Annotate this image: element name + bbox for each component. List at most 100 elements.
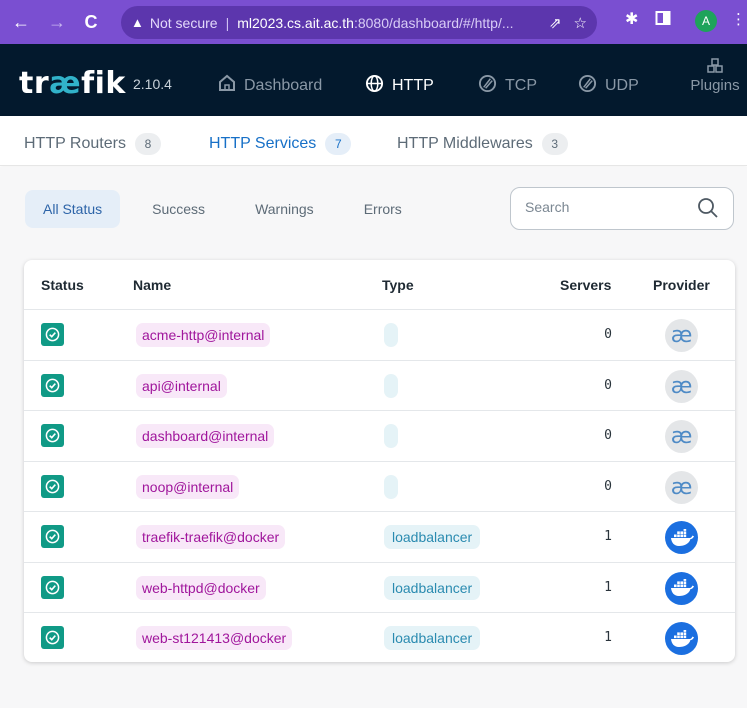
- address-bar[interactable]: ▲ Not secure | ml2023.cs.ait.ac.th:8080/…: [121, 6, 597, 39]
- docker-provider-icon: [665, 571, 698, 605]
- version-label: 2.10.4: [133, 76, 172, 92]
- nav-tcp[interactable]: TCP: [478, 74, 537, 98]
- tab-http-middlewares-label: HTTP Middlewares: [397, 135, 533, 152]
- table-row[interactable]: noop@internal 0 æ: [24, 462, 735, 512]
- tab-http-services[interactable]: HTTP Services 7: [209, 133, 352, 155]
- bookmark-star-icon[interactable]: ☆: [574, 14, 587, 32]
- servers-count: 1: [604, 579, 612, 595]
- tab-http-routers-count: 8: [134, 133, 161, 155]
- nav-plugins[interactable]: Plugins: [690, 58, 740, 94]
- internal-provider-icon: æ: [665, 369, 698, 403]
- warning-icon: ▲: [131, 15, 144, 30]
- service-type: [384, 323, 398, 347]
- service-name: traefik-traefik@docker: [136, 525, 286, 549]
- search-input[interactable]: [525, 199, 685, 215]
- service-type: loadbalancer: [384, 525, 481, 549]
- logo-text-start: tr: [19, 66, 50, 101]
- nav-tcp-label: TCP: [505, 77, 537, 94]
- tab-http-middlewares[interactable]: HTTP Middlewares 3: [397, 133, 568, 155]
- profile-avatar[interactable]: A: [695, 10, 717, 32]
- servers-count: 1: [604, 529, 612, 544]
- internal-provider-icon: æ: [665, 420, 698, 453]
- status-success-icon: [41, 373, 64, 397]
- nav-dashboard-label: Dashboard: [244, 76, 323, 94]
- browser-toolbar: ← → C ▲ Not secure | ml2023.cs.ait.ac.th…: [0, 0, 747, 44]
- column-status[interactable]: Status: [41, 277, 84, 293]
- search-box: [510, 187, 734, 230]
- service-type: [384, 424, 398, 448]
- table-row[interactable]: api@internal 0 æ: [24, 361, 735, 411]
- udp-icon: [578, 74, 597, 98]
- app-header: træfik 2.10.4 Dashboard HTTP TCP UDP Plu…: [0, 44, 747, 116]
- servers-count: 1: [604, 630, 612, 645]
- service-name: web-st121413@docker: [136, 626, 293, 650]
- servers-count: 0: [604, 327, 612, 342]
- docker-provider-icon: [665, 521, 698, 554]
- service-type: [384, 474, 398, 499]
- status-success-icon: [41, 323, 64, 346]
- nav-dashboard[interactable]: Dashboard: [218, 74, 322, 97]
- sidepanel-icon[interactable]: [655, 10, 671, 31]
- service-name: dashboard@internal: [136, 424, 275, 448]
- browser-menu-icon[interactable]: ⋮: [731, 10, 746, 28]
- column-provider[interactable]: Provider: [653, 277, 710, 293]
- table-header: Status Name Type Servers Provider: [24, 260, 735, 310]
- tcp-icon: [478, 74, 497, 98]
- status-success-icon: [41, 575, 64, 599]
- service-type: loadbalancer: [384, 626, 481, 650]
- service-name: api@internal: [136, 373, 227, 398]
- plugins-icon: [690, 58, 740, 77]
- table-row[interactable]: dashboard@internal 0 æ: [24, 411, 735, 462]
- filter-success[interactable]: Success: [134, 190, 223, 228]
- table-row[interactable]: web-st121413@docker loadbalancer 1: [24, 613, 735, 662]
- url-separator: |: [225, 14, 230, 31]
- tab-http-middlewares-count: 3: [541, 133, 568, 155]
- share-icon[interactable]: ⇗: [549, 14, 562, 32]
- status-success-icon: [41, 424, 64, 447]
- service-name: noop@internal: [136, 474, 240, 499]
- status-filter-group: All Status Success Warnings Errors: [25, 190, 434, 228]
- column-name[interactable]: Name: [133, 277, 171, 293]
- services-table: Status Name Type Servers Provider acme-h…: [24, 260, 735, 662]
- status-success-icon: [41, 525, 64, 548]
- nav-http[interactable]: HTTP: [365, 74, 434, 98]
- nav-udp-label: UDP: [605, 77, 639, 94]
- search-icon[interactable]: [697, 197, 719, 219]
- tab-http-services-count: 7: [325, 133, 352, 155]
- tab-http-routers-label: HTTP Routers: [24, 135, 126, 152]
- logo-ae-ligature: æ: [49, 66, 82, 101]
- table-row[interactable]: traefik-traefik@docker loadbalancer 1: [24, 512, 735, 563]
- http-subtabs: HTTP Routers 8 HTTP Services 7 HTTP Midd…: [0, 116, 747, 166]
- home-icon: [218, 74, 236, 97]
- internal-provider-icon: æ: [665, 319, 698, 352]
- column-servers[interactable]: Servers: [560, 277, 611, 293]
- filter-warnings[interactable]: Warnings: [237, 190, 332, 228]
- internal-provider-icon: æ: [665, 470, 698, 504]
- url-host: ml2023.cs.ait.ac.th: [237, 14, 354, 31]
- status-success-icon: [41, 474, 64, 498]
- tab-http-services-label: HTTP Services: [209, 135, 317, 152]
- filter-all-status[interactable]: All Status: [25, 190, 121, 228]
- nav-udp[interactable]: UDP: [578, 74, 639, 98]
- filter-errors[interactable]: Errors: [346, 190, 420, 228]
- tab-http-routers[interactable]: HTTP Routers 8: [24, 133, 161, 155]
- nav-http-label: HTTP: [392, 77, 434, 94]
- service-type: loadbalancer: [384, 575, 481, 600]
- servers-count: 0: [604, 478, 612, 494]
- table-row[interactable]: acme-http@internal 0 æ: [24, 310, 735, 361]
- url-path: :8080/dashboard/#/http/...: [353, 14, 514, 31]
- column-type[interactable]: Type: [382, 277, 414, 293]
- logo-text-end: fik: [81, 66, 126, 101]
- back-arrow-icon[interactable]: ←: [8, 9, 34, 35]
- reload-icon[interactable]: C: [78, 9, 104, 35]
- forward-arrow-icon[interactable]: →: [44, 9, 70, 35]
- docker-provider-icon: [665, 622, 698, 655]
- extensions-puzzle-icon[interactable]: ✱: [625, 9, 638, 29]
- table-row[interactable]: web-httpd@docker loadbalancer 1: [24, 563, 735, 613]
- status-success-icon: [41, 626, 64, 649]
- service-name: web-httpd@docker: [136, 575, 266, 600]
- service-name: acme-http@internal: [136, 323, 271, 347]
- servers-count: 0: [604, 377, 612, 393]
- traefik-logo[interactable]: træfik: [19, 66, 126, 101]
- security-label: Not secure: [149, 14, 218, 31]
